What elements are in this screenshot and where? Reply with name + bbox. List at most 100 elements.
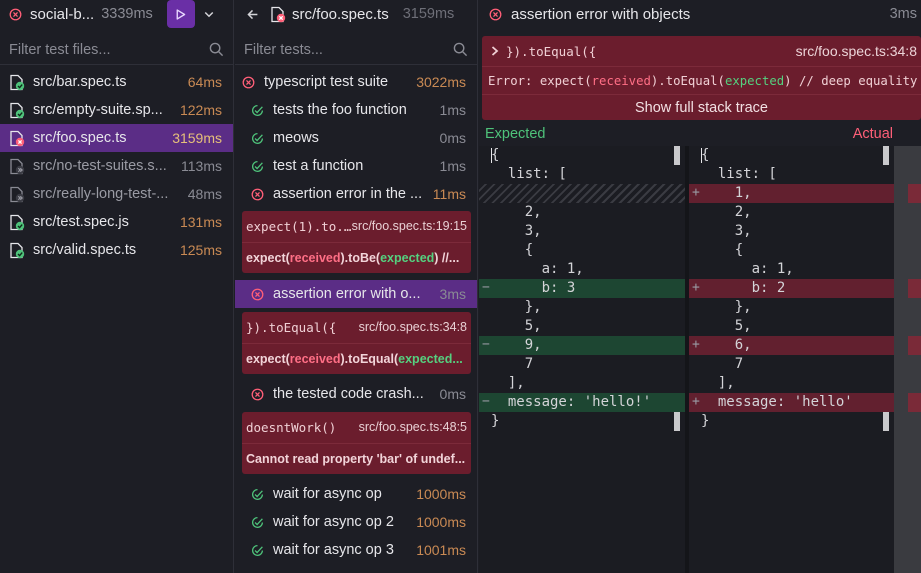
test-row[interactable]: meows 0ms <box>235 124 477 152</box>
test-row[interactable]: assertion error in the ... 11ms <box>235 180 477 208</box>
diff-line: } <box>689 412 894 431</box>
detail-duration: 3ms <box>889 6 917 22</box>
file-row[interactable]: src/really-long-test-... 48ms <box>0 180 233 208</box>
diff-line: 3, <box>479 222 685 241</box>
diff-line: }, <box>479 298 685 317</box>
test-name: tests the foo function <box>273 102 407 118</box>
test-duration: 0ms <box>439 130 466 146</box>
test-duration: 3ms <box>439 286 466 302</box>
test-fail-icon <box>251 188 264 201</box>
chevron-down-icon[interactable] <box>203 8 215 20</box>
diff-line: a: 1, <box>479 260 685 279</box>
error-message: expect(received).toBe(expected) //... <box>246 251 467 265</box>
fail-status-icon <box>9 8 22 21</box>
diff-code: 9, <box>491 337 542 353</box>
file-row[interactable]: src/foo.spec.ts 3159ms <box>0 124 233 152</box>
file-name: src/valid.spec.ts <box>33 242 137 258</box>
diff-code: 3, <box>701 223 752 239</box>
test-filter-input[interactable]: Filter tests... <box>235 35 477 65</box>
file-row[interactable]: src/valid.spec.ts 125ms <box>0 236 233 264</box>
diff-line: { <box>689 241 894 260</box>
suite-row[interactable]: typescript test suite 3022ms <box>235 68 477 96</box>
test-row[interactable]: wait for async op 2 1000ms <box>235 508 477 536</box>
stack-frame: }).toEqual({ <box>506 43 597 59</box>
divider <box>482 94 921 95</box>
diff-line: − message: 'hello!' <box>479 393 685 412</box>
file-duration: 64ms <box>187 74 222 90</box>
file-name: src/test.spec.js <box>33 214 129 230</box>
file-pass-icon <box>9 102 25 119</box>
diff-code: { <box>491 147 500 163</box>
test-row[interactable]: test a function 1ms <box>235 152 477 180</box>
file-row[interactable]: src/empty-suite.sp... 122ms <box>0 96 233 124</box>
test-duration: 11ms <box>432 186 466 202</box>
current-file-name: src/foo.spec.ts <box>292 5 389 23</box>
detail-header: assertion error with objects 3ms <box>479 0 921 28</box>
diff-line: 5, <box>689 317 894 336</box>
overview-ruler[interactable] <box>894 146 921 573</box>
test-duration: 1001ms <box>416 542 466 558</box>
file-pass-icon <box>9 214 25 231</box>
file-row[interactable]: src/test.spec.js 131ms <box>0 208 233 236</box>
ruler-mark <box>908 336 921 355</box>
run-button[interactable] <box>166 0 195 28</box>
diff-line: 2, <box>479 203 685 222</box>
current-file-duration: 3159ms <box>402 6 455 22</box>
diff-code: ], <box>491 375 525 391</box>
suite-row-duration: 3022ms <box>416 74 466 90</box>
diff-code: message: 'hello!' <box>491 394 652 410</box>
show-stack-trace-button[interactable]: Show full stack trace <box>482 96 921 120</box>
error-box[interactable]: doesntWork() src/foo.spec.ts:48:5 Cannot … <box>242 412 471 474</box>
error-box[interactable]: }).toEqual({src/foo.spec.ts:34:8 expect(… <box>242 312 471 374</box>
divider <box>242 242 471 243</box>
file-duration: 125ms <box>179 242 222 258</box>
file-panel: social-b... 3339ms Filter test files... … <box>0 0 234 573</box>
error-frame: }).toEqual({ <box>246 320 337 335</box>
test-duration: 1000ms <box>416 486 466 502</box>
diff-line: 7 <box>479 355 685 374</box>
diff-marker: + <box>692 280 700 295</box>
suite-header: social-b... 3339ms <box>0 0 233 28</box>
error-location: src/foo.spec.ts:48:5 <box>358 420 467 434</box>
file-row[interactable]: src/bar.spec.ts 64ms <box>0 68 233 96</box>
diff-code: list: [ <box>701 166 777 182</box>
received-keyword: received <box>289 251 341 265</box>
test-fail-icon <box>251 288 264 301</box>
error-frame: expect(1).to... <box>246 219 352 234</box>
chevron-right-icon[interactable] <box>491 46 499 56</box>
actual-pane[interactable]: { list: [+ 1, 2, 3, { a: 1, + b: 2 }, 5, +… <box>689 146 894 573</box>
pane-scrollbar[interactable] <box>883 146 889 165</box>
error-location: src/foo.spec.ts:19:15 <box>351 219 467 233</box>
received-keyword: received <box>289 352 341 366</box>
fail-icon <box>242 76 255 89</box>
diff-line: + message: 'hello' <box>689 393 894 412</box>
file-name: src/really-long-test-... <box>33 186 169 202</box>
test-pass-icon <box>251 516 264 529</box>
msg-part: expect( <box>246 352 290 366</box>
test-name: assertion error with o... <box>273 286 421 302</box>
diff-marker: + <box>692 394 700 409</box>
detail-panel: assertion error with objects 3ms }).toEq… <box>479 0 921 573</box>
file-row[interactable]: src/no-test-suites.s... 113ms <box>0 152 233 180</box>
test-row[interactable]: wait for async op 3 1001ms <box>235 536 477 564</box>
ruler-mark <box>908 393 921 412</box>
error-message: expect(received).toEqual(expected... <box>246 352 467 366</box>
diff-code: ], <box>701 375 735 391</box>
file-filter-input[interactable]: Filter test files... <box>0 35 233 65</box>
pane-scrollbar[interactable] <box>674 146 680 165</box>
test-row[interactable]: wait for async op 1000ms <box>235 480 477 508</box>
error-box[interactable]: expect(1).to... src/foo.spec.ts:19:15 exp… <box>242 211 471 273</box>
diff-code: b: 3 <box>491 280 576 296</box>
test-row[interactable]: tests the foo function 1ms <box>235 96 477 124</box>
back-arrow-icon[interactable] <box>246 8 259 21</box>
stack-frame-row[interactable]: }).toEqual({ src/foo.spec.ts:34:8 <box>482 41 917 61</box>
test-row[interactable]: the tested code crash... 0ms <box>235 380 477 408</box>
search-icon <box>209 42 224 57</box>
diff-code: 3, <box>491 223 542 239</box>
expected-pane[interactable]: { list: [ 2, 3, { a: 1, − b: 3 }, 5, − 9, … <box>479 146 685 573</box>
test-duration: 1ms <box>439 158 466 174</box>
diff-code: 5, <box>491 318 542 334</box>
diff-line: list: [ <box>479 165 685 184</box>
diff-line: + 1, <box>689 184 894 203</box>
test-row[interactable]: assertion error with o... 3ms <box>235 280 477 308</box>
